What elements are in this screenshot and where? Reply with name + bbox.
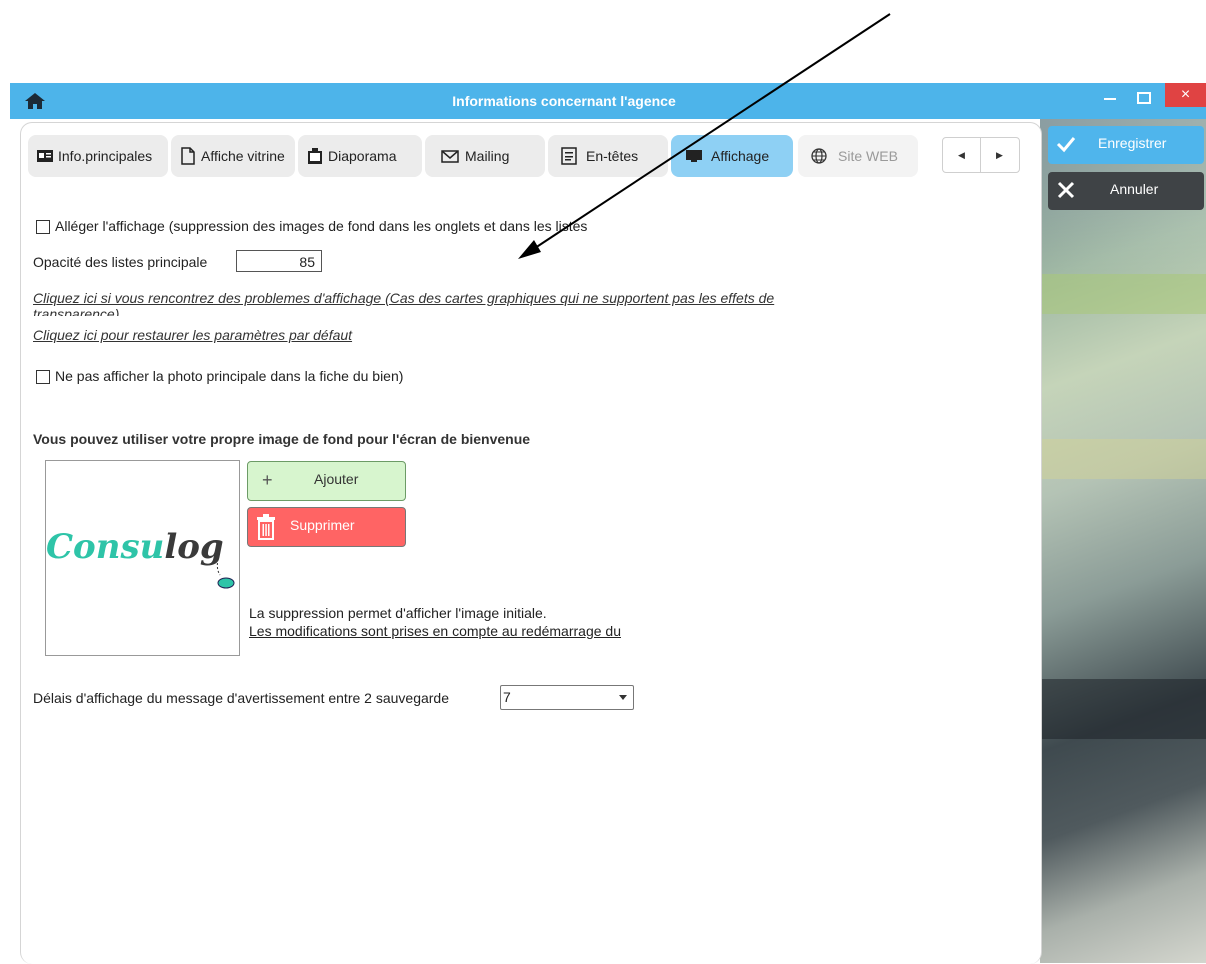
lighten-display-label: Alléger l'affichage (suppression des ima… [55,218,588,234]
slideshow-icon [308,148,322,164]
minimize-icon[interactable] [1100,88,1120,110]
add-image-label: Ajouter [314,471,359,487]
logo-text: Consu [46,527,165,567]
welcome-image-preview: Consulog [45,460,240,656]
tab-label: Mailing [465,148,510,164]
trash-icon [257,514,275,540]
maximize-icon[interactable] [1133,88,1155,110]
save-button[interactable]: Enregistrer [1048,126,1204,164]
window-title: Informations concernant l'agence [452,93,676,109]
tab-label: Diaporama [328,148,397,164]
background-band [1040,274,1206,314]
add-image-button[interactable]: + Ajouter [247,461,406,501]
monitor-icon [686,150,702,162]
consulog-logo: Consulog [46,527,224,567]
tab-info-principales[interactable]: Info.principales [28,135,168,177]
tab-label: En-têtes [586,148,639,164]
graphics-problem-link-cont[interactable]: transparence) [33,306,119,316]
delay-select[interactable]: 7 [500,685,634,710]
opacity-label: Opacité des listes principale [33,254,208,270]
delay-select-value: 7 [503,689,511,705]
save-button-label: Enregistrer [1098,135,1167,151]
tab-label: Site WEB [838,148,898,164]
tab-affichage[interactable]: Affichage [671,135,793,177]
hide-main-photo-checkbox[interactable] [36,370,50,384]
envelope-icon [441,150,459,163]
mouse-icon [216,559,235,589]
tab-label: Info.principales [58,148,153,164]
delete-image-button[interactable]: Supprimer [247,507,406,547]
tab-en-tetes[interactable]: En-têtes [548,135,668,177]
chevron-down-icon [619,695,627,700]
plus-icon: + [262,470,273,490]
check-icon [1056,137,1076,153]
window-titlebar: Informations concernant l'agence × [10,83,1206,119]
close-icon [1057,181,1075,199]
delete-image-label: Supprimer [290,517,355,533]
hide-main-photo-label: Ne pas afficher la photo principale dans… [55,368,404,384]
lighten-display-checkbox[interactable] [36,220,50,234]
tab-mailing[interactable]: Mailing [425,135,545,177]
background-band [1040,439,1206,479]
tab-affiche-vitrine[interactable]: Affiche vitrine [171,135,295,177]
tab-scroll-buttons: ◀ ▶ [942,137,1020,173]
tab-diaporama[interactable]: Diaporama [298,135,422,177]
scroll-left-icon[interactable]: ◀ [943,138,981,172]
restore-defaults-link[interactable]: Cliquez ici pour restaurer les paramètre… [33,327,352,343]
tab-site-web[interactable]: Site WEB [798,135,918,177]
delete-info-text: La suppression permet d'afficher l'image… [249,605,547,621]
cancel-button-label: Annuler [1110,181,1159,197]
scroll-right-icon[interactable]: ▶ [981,138,1018,172]
globe-icon [811,148,827,164]
background-image [1040,119,1206,963]
cancel-button[interactable]: Annuler [1048,172,1204,210]
background-band [1040,679,1206,739]
delay-label: Délais d'affichage du message d'avertiss… [33,690,450,706]
background-image-heading: Vous pouvez utiliser votre propre image … [33,431,531,447]
restart-info-text: Les modifications sont prises en compte … [249,623,621,639]
id-card-icon [37,150,53,162]
tab-label: Affichage [711,148,770,164]
opacity-input[interactable]: 85 [236,250,322,272]
document-icon [181,147,195,165]
header-icon [561,147,577,165]
tab-label: Affiche vitrine [201,148,285,164]
graphics-problem-link[interactable]: Cliquez ici si vous rencontrez des probl… [33,290,774,306]
graphics-link-overflow: transparence) [33,306,893,316]
close-button[interactable]: × [1165,83,1206,107]
